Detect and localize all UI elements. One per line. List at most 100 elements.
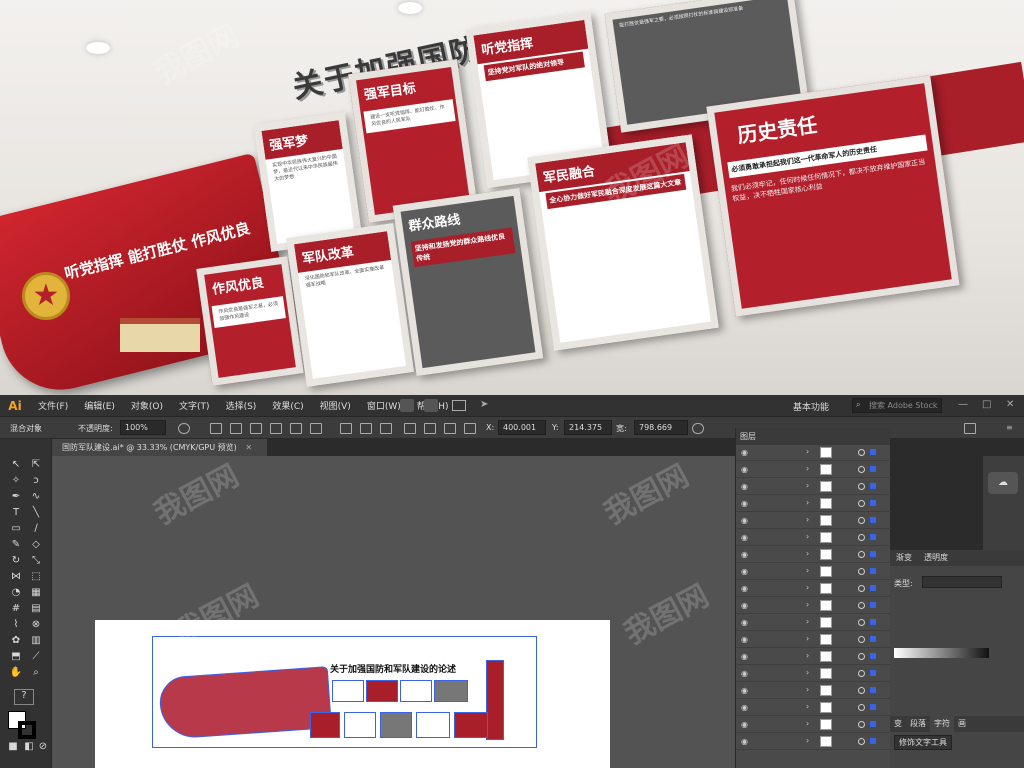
none-mode-icon[interactable]: ⊘ — [36, 741, 50, 753]
layer-row[interactable]: ◉ › — [736, 700, 891, 716]
eye-icon[interactable]: ◉ — [741, 550, 748, 559]
selection-indicator[interactable] — [870, 670, 876, 676]
gpu-performance-icon[interactable]: ➤ — [480, 399, 488, 410]
distribute-center-icon[interactable] — [424, 423, 436, 434]
curvature-tool-icon[interactable]: ∿ — [29, 491, 43, 503]
recolor-icon[interactable] — [178, 423, 190, 434]
tab-paragraph[interactable]: 段落 — [906, 716, 930, 732]
eye-icon[interactable]: ◉ — [741, 601, 748, 610]
selection-indicator[interactable] — [870, 483, 876, 489]
eye-icon[interactable]: ◉ — [741, 635, 748, 644]
selection-indicator[interactable] — [870, 636, 876, 642]
expand-arrow-icon[interactable]: › — [806, 532, 809, 541]
eye-icon[interactable]: ◉ — [741, 737, 748, 746]
gradient-slider[interactable] — [894, 648, 989, 658]
layer-row[interactable]: ◉ › — [736, 530, 891, 546]
layer-row[interactable]: ◉ › — [736, 564, 891, 580]
target-icon[interactable] — [858, 738, 865, 745]
align-bottom-icon[interactable] — [310, 423, 322, 434]
maximize-button[interactable]: □ — [982, 399, 991, 410]
distribute-right-icon[interactable] — [444, 423, 456, 434]
selection-indicator[interactable] — [870, 551, 876, 557]
distribute-top-icon[interactable] — [340, 423, 352, 434]
slice-tool-icon[interactable]: ⟋ — [29, 651, 43, 663]
width-tool-icon[interactable]: ⋈ — [9, 571, 23, 583]
target-icon[interactable] — [858, 687, 865, 694]
selection-indicator[interactable] — [870, 585, 876, 591]
direct-selection-tool-icon[interactable]: ⇱ — [29, 459, 43, 471]
target-icon[interactable] — [858, 670, 865, 677]
layer-row[interactable]: ◉ › — [736, 598, 891, 614]
selection-indicator[interactable] — [870, 534, 876, 540]
expand-arrow-icon[interactable]: › — [806, 515, 809, 524]
magic-wand-tool-icon[interactable]: ✧ — [9, 475, 23, 487]
help-icon[interactable]: ? — [14, 689, 34, 705]
selection-indicator[interactable] — [870, 738, 876, 744]
expand-arrow-icon[interactable]: › — [806, 702, 809, 711]
distribute-left-icon[interactable] — [404, 423, 416, 434]
eye-icon[interactable]: ◉ — [741, 533, 748, 542]
shaper-tool-icon[interactable]: ✎ — [9, 539, 23, 551]
selection-indicator[interactable] — [870, 466, 876, 472]
selection-tool-icon[interactable]: ↖ — [9, 459, 23, 471]
layer-row[interactable]: ◉ › — [736, 462, 891, 478]
target-icon[interactable] — [858, 619, 865, 626]
touch-type-tool-button[interactable]: 修饰文字工具 — [894, 735, 952, 750]
menu-file[interactable]: 文件(F) — [30, 399, 76, 412]
eyedropper-tool-icon[interactable]: ⌇ — [9, 619, 23, 631]
expand-arrow-icon[interactable]: › — [806, 668, 809, 677]
close-button[interactable]: ✕ — [1006, 399, 1014, 410]
rotate-tool-icon[interactable]: ↻ — [9, 555, 23, 567]
target-icon[interactable] — [858, 449, 865, 456]
target-icon[interactable] — [858, 704, 865, 711]
cc-libraries-icon[interactable]: ☁ — [988, 472, 1018, 494]
column-graph-tool-icon[interactable]: ▥ — [29, 635, 43, 647]
expand-arrow-icon[interactable]: › — [806, 447, 809, 456]
layer-row[interactable]: ◉ › — [736, 445, 891, 461]
layer-row[interactable]: ◉ › — [736, 649, 891, 665]
expand-arrow-icon[interactable]: › — [806, 617, 809, 626]
eye-icon[interactable]: ◉ — [741, 499, 748, 508]
eye-icon[interactable]: ◉ — [741, 567, 748, 576]
layer-row[interactable]: ◉ › — [736, 683, 891, 699]
align-middle-icon[interactable] — [290, 423, 302, 434]
eye-icon[interactable]: ◉ — [741, 465, 748, 474]
eye-icon[interactable]: ◉ — [741, 703, 748, 712]
opacity-field[interactable]: 100% — [120, 420, 166, 435]
target-icon[interactable] — [858, 551, 865, 558]
workspace-switcher[interactable]: 基本功能 — [793, 400, 829, 413]
mesh-tool-icon[interactable]: # — [9, 603, 23, 615]
color-mode-icon[interactable]: ■ — [6, 741, 20, 753]
pen-tool-icon[interactable]: ✒ — [9, 491, 23, 503]
menu-type[interactable]: 文字(T) — [171, 399, 218, 412]
scale-tool-icon[interactable]: ⤡ — [29, 555, 43, 567]
stock-search-input[interactable]: 搜索 Adobe Stock — [852, 398, 942, 413]
width-field[interactable]: 798.669 — [634, 420, 688, 435]
selection-indicator[interactable] — [870, 721, 876, 727]
menu-object[interactable]: 对象(O) — [123, 399, 171, 412]
layer-row[interactable]: ◉ › — [736, 581, 891, 597]
symbol-sprayer-tool-icon[interactable]: ✿ — [9, 635, 23, 647]
target-icon[interactable] — [858, 517, 865, 524]
close-tab-icon[interactable]: ✕ — [245, 443, 252, 452]
target-icon[interactable] — [858, 585, 865, 592]
selection-indicator[interactable] — [870, 619, 876, 625]
selection-indicator[interactable] — [870, 568, 876, 574]
gradient-mode-icon[interactable]: ◧ — [22, 741, 36, 753]
constrain-proportions-icon[interactable] — [692, 423, 704, 434]
rectangle-tool-icon[interactable]: ▭ — [9, 523, 23, 535]
layer-row[interactable]: ◉ › — [736, 717, 891, 733]
selection-bounding-box[interactable] — [152, 636, 537, 748]
selection-indicator[interactable] — [870, 687, 876, 693]
layer-row[interactable]: ◉ › — [736, 513, 891, 529]
menu-view[interactable]: 视图(V) — [312, 399, 359, 412]
tab-artboard[interactable]: 画 — [954, 716, 970, 732]
stock-icon[interactable] — [424, 399, 438, 412]
expand-arrow-icon[interactable]: › — [806, 685, 809, 694]
target-icon[interactable] — [858, 721, 865, 728]
expand-arrow-icon[interactable]: › — [806, 600, 809, 609]
selection-indicator[interactable] — [870, 602, 876, 608]
target-icon[interactable] — [858, 483, 865, 490]
gradient-type-select[interactable] — [922, 576, 1002, 588]
layer-row[interactable]: ◉ › — [736, 615, 891, 631]
